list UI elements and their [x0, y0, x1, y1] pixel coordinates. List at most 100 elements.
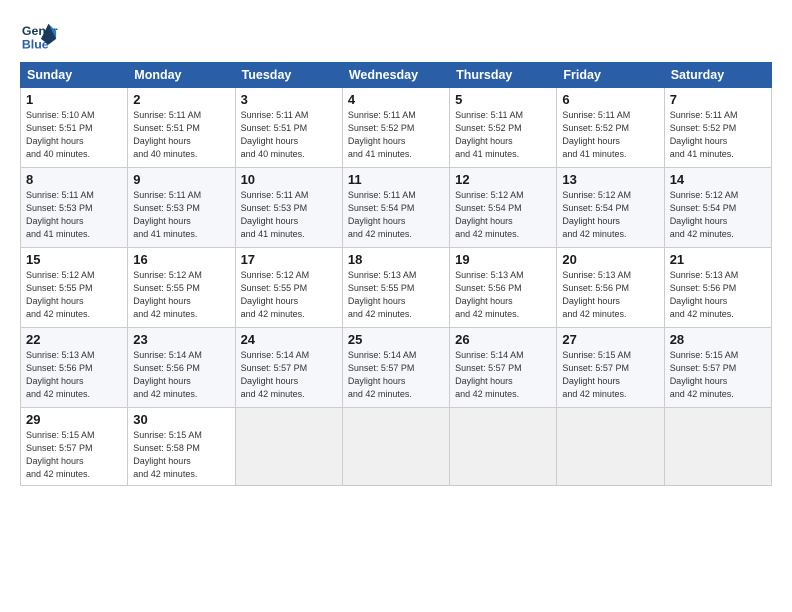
calendar-cell: 1 Sunrise: 5:10 AMSunset: 5:51 PMDayligh…: [21, 88, 128, 168]
day-info: Sunrise: 5:14 AMSunset: 5:57 PMDaylight …: [348, 350, 417, 399]
day-number: 22: [26, 332, 122, 347]
calendar-cell: 29 Sunrise: 5:15 AMSunset: 5:57 PMDaylig…: [21, 408, 128, 486]
calendar-cell: 20 Sunrise: 5:13 AMSunset: 5:56 PMDaylig…: [557, 248, 664, 328]
day-info: Sunrise: 5:11 AMSunset: 5:53 PMDaylight …: [133, 190, 201, 239]
calendar-cell: [557, 408, 664, 486]
weekday-header: Sunday: [21, 63, 128, 88]
calendar-week-row: 8 Sunrise: 5:11 AMSunset: 5:53 PMDayligh…: [21, 168, 772, 248]
day-number: 19: [455, 252, 551, 267]
day-number: 16: [133, 252, 229, 267]
day-info: Sunrise: 5:13 AMSunset: 5:56 PMDaylight …: [26, 350, 95, 399]
calendar-cell: [342, 408, 449, 486]
calendar-cell: 22 Sunrise: 5:13 AMSunset: 5:56 PMDaylig…: [21, 328, 128, 408]
day-info: Sunrise: 5:12 AMSunset: 5:55 PMDaylight …: [133, 270, 202, 319]
calendar-page: General Blue SundayMondayTuesdayWednesda…: [0, 0, 792, 612]
day-info: Sunrise: 5:12 AMSunset: 5:54 PMDaylight …: [562, 190, 631, 239]
weekday-header: Wednesday: [342, 63, 449, 88]
calendar-cell: 24 Sunrise: 5:14 AMSunset: 5:57 PMDaylig…: [235, 328, 342, 408]
day-info: Sunrise: 5:12 AMSunset: 5:55 PMDaylight …: [26, 270, 95, 319]
day-number: 3: [241, 92, 337, 107]
day-number: 15: [26, 252, 122, 267]
calendar-cell: 4 Sunrise: 5:11 AMSunset: 5:52 PMDayligh…: [342, 88, 449, 168]
calendar-cell: 30 Sunrise: 5:15 AMSunset: 5:58 PMDaylig…: [128, 408, 235, 486]
day-number: 9: [133, 172, 229, 187]
day-info: Sunrise: 5:11 AMSunset: 5:54 PMDaylight …: [348, 190, 416, 239]
day-number: 23: [133, 332, 229, 347]
weekday-header: Thursday: [450, 63, 557, 88]
day-number: 7: [670, 92, 766, 107]
day-number: 26: [455, 332, 551, 347]
calendar-cell: 7 Sunrise: 5:11 AMSunset: 5:52 PMDayligh…: [664, 88, 771, 168]
day-info: Sunrise: 5:15 AMSunset: 5:57 PMDaylight …: [562, 350, 631, 399]
calendar-cell: 28 Sunrise: 5:15 AMSunset: 5:57 PMDaylig…: [664, 328, 771, 408]
day-number: 2: [133, 92, 229, 107]
day-number: 17: [241, 252, 337, 267]
day-number: 8: [26, 172, 122, 187]
calendar-cell: 15 Sunrise: 5:12 AMSunset: 5:55 PMDaylig…: [21, 248, 128, 328]
day-info: Sunrise: 5:10 AMSunset: 5:51 PMDaylight …: [26, 110, 95, 159]
calendar-cell: 5 Sunrise: 5:11 AMSunset: 5:52 PMDayligh…: [450, 88, 557, 168]
logo: General Blue: [20, 18, 58, 56]
calendar-cell: 16 Sunrise: 5:12 AMSunset: 5:55 PMDaylig…: [128, 248, 235, 328]
day-number: 30: [133, 412, 229, 427]
day-info: Sunrise: 5:11 AMSunset: 5:52 PMDaylight …: [562, 110, 630, 159]
day-info: Sunrise: 5:11 AMSunset: 5:51 PMDaylight …: [241, 110, 309, 159]
calendar-cell: 19 Sunrise: 5:13 AMSunset: 5:56 PMDaylig…: [450, 248, 557, 328]
weekday-header: Tuesday: [235, 63, 342, 88]
calendar-cell: 3 Sunrise: 5:11 AMSunset: 5:51 PMDayligh…: [235, 88, 342, 168]
calendar-cell: 12 Sunrise: 5:12 AMSunset: 5:54 PMDaylig…: [450, 168, 557, 248]
calendar-cell: 26 Sunrise: 5:14 AMSunset: 5:57 PMDaylig…: [450, 328, 557, 408]
day-info: Sunrise: 5:15 AMSunset: 5:57 PMDaylight …: [26, 430, 95, 479]
calendar-cell: 13 Sunrise: 5:12 AMSunset: 5:54 PMDaylig…: [557, 168, 664, 248]
calendar-cell: [450, 408, 557, 486]
day-info: Sunrise: 5:15 AMSunset: 5:58 PMDaylight …: [133, 430, 202, 479]
calendar-cell: [664, 408, 771, 486]
calendar-cell: 25 Sunrise: 5:14 AMSunset: 5:57 PMDaylig…: [342, 328, 449, 408]
calendar-week-row: 29 Sunrise: 5:15 AMSunset: 5:57 PMDaylig…: [21, 408, 772, 486]
calendar-cell: 2 Sunrise: 5:11 AMSunset: 5:51 PMDayligh…: [128, 88, 235, 168]
day-number: 4: [348, 92, 444, 107]
header: General Blue: [20, 18, 772, 56]
day-info: Sunrise: 5:15 AMSunset: 5:57 PMDaylight …: [670, 350, 739, 399]
day-info: Sunrise: 5:13 AMSunset: 5:56 PMDaylight …: [670, 270, 739, 319]
day-info: Sunrise: 5:11 AMSunset: 5:51 PMDaylight …: [133, 110, 201, 159]
day-info: Sunrise: 5:13 AMSunset: 5:56 PMDaylight …: [455, 270, 524, 319]
calendar-cell: 14 Sunrise: 5:12 AMSunset: 5:54 PMDaylig…: [664, 168, 771, 248]
day-number: 12: [455, 172, 551, 187]
calendar-cell: [235, 408, 342, 486]
day-number: 13: [562, 172, 658, 187]
calendar-cell: 18 Sunrise: 5:13 AMSunset: 5:55 PMDaylig…: [342, 248, 449, 328]
weekday-header: Monday: [128, 63, 235, 88]
day-number: 14: [670, 172, 766, 187]
day-number: 10: [241, 172, 337, 187]
day-number: 20: [562, 252, 658, 267]
weekday-header: Friday: [557, 63, 664, 88]
day-number: 6: [562, 92, 658, 107]
day-number: 24: [241, 332, 337, 347]
day-number: 25: [348, 332, 444, 347]
calendar-cell: 6 Sunrise: 5:11 AMSunset: 5:52 PMDayligh…: [557, 88, 664, 168]
day-number: 29: [26, 412, 122, 427]
calendar-week-row: 15 Sunrise: 5:12 AMSunset: 5:55 PMDaylig…: [21, 248, 772, 328]
day-info: Sunrise: 5:11 AMSunset: 5:52 PMDaylight …: [348, 110, 416, 159]
day-info: Sunrise: 5:12 AMSunset: 5:55 PMDaylight …: [241, 270, 310, 319]
calendar-cell: 17 Sunrise: 5:12 AMSunset: 5:55 PMDaylig…: [235, 248, 342, 328]
day-info: Sunrise: 5:11 AMSunset: 5:53 PMDaylight …: [241, 190, 309, 239]
calendar-week-row: 22 Sunrise: 5:13 AMSunset: 5:56 PMDaylig…: [21, 328, 772, 408]
calendar-cell: 8 Sunrise: 5:11 AMSunset: 5:53 PMDayligh…: [21, 168, 128, 248]
calendar-cell: 27 Sunrise: 5:15 AMSunset: 5:57 PMDaylig…: [557, 328, 664, 408]
day-info: Sunrise: 5:11 AMSunset: 5:52 PMDaylight …: [455, 110, 523, 159]
day-number: 5: [455, 92, 551, 107]
calendar-cell: 11 Sunrise: 5:11 AMSunset: 5:54 PMDaylig…: [342, 168, 449, 248]
day-info: Sunrise: 5:14 AMSunset: 5:57 PMDaylight …: [241, 350, 310, 399]
day-info: Sunrise: 5:11 AMSunset: 5:53 PMDaylight …: [26, 190, 94, 239]
day-number: 27: [562, 332, 658, 347]
calendar-cell: 21 Sunrise: 5:13 AMSunset: 5:56 PMDaylig…: [664, 248, 771, 328]
day-info: Sunrise: 5:12 AMSunset: 5:54 PMDaylight …: [670, 190, 739, 239]
day-number: 11: [348, 172, 444, 187]
calendar-cell: 9 Sunrise: 5:11 AMSunset: 5:53 PMDayligh…: [128, 168, 235, 248]
day-info: Sunrise: 5:14 AMSunset: 5:57 PMDaylight …: [455, 350, 524, 399]
day-number: 28: [670, 332, 766, 347]
weekday-header: Saturday: [664, 63, 771, 88]
day-info: Sunrise: 5:11 AMSunset: 5:52 PMDaylight …: [670, 110, 738, 159]
